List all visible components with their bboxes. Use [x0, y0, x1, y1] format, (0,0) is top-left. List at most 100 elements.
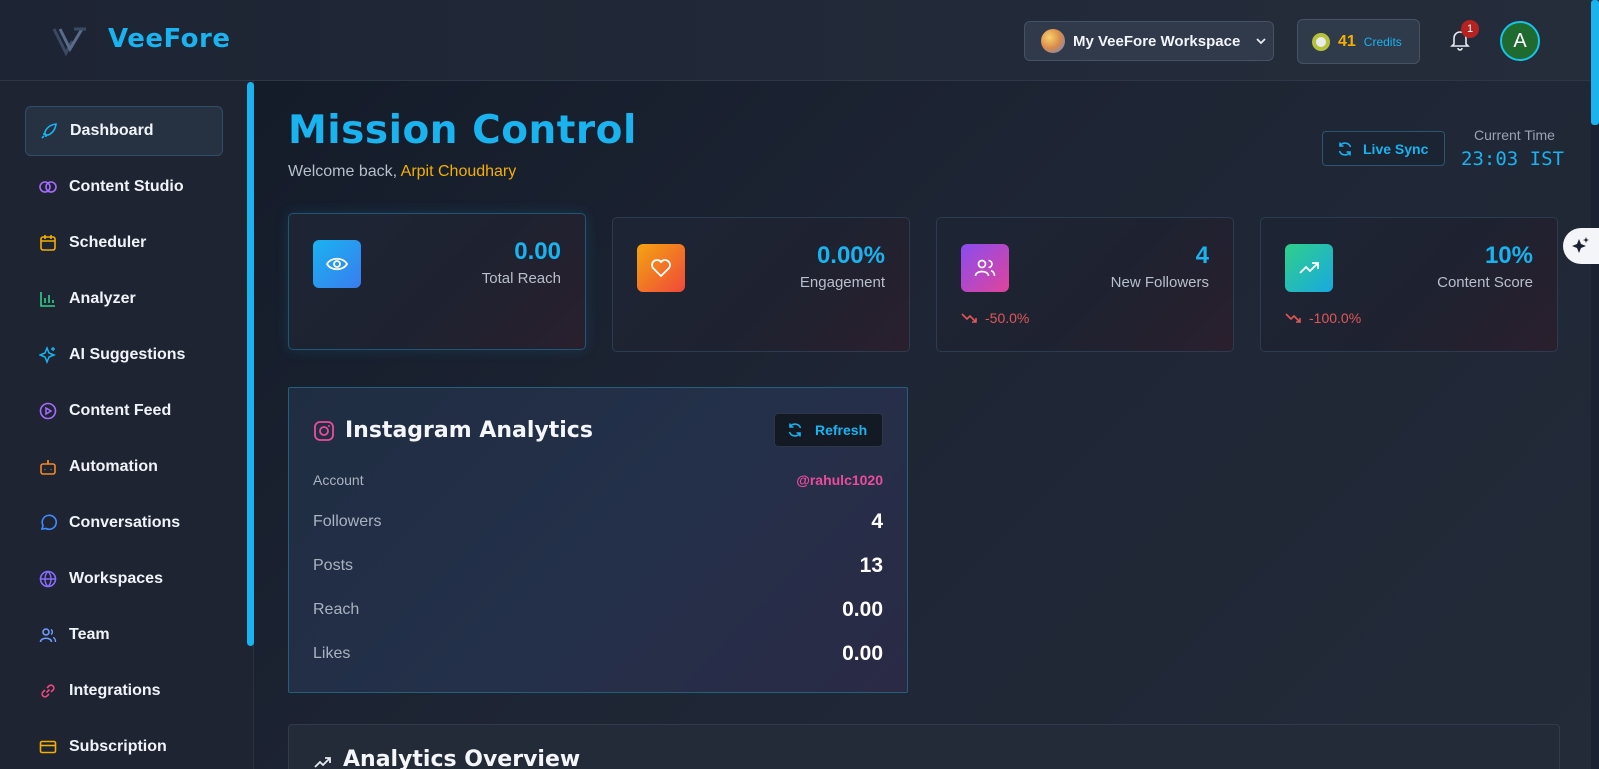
row-value: 0.00	[842, 642, 883, 665]
analytics-overview-card: Analytics Overview	[288, 724, 1560, 769]
instagram-account-row: Account @rahulc1020	[313, 472, 883, 488]
play-circle-icon	[39, 402, 57, 420]
current-time-value: 23:03 IST	[1461, 148, 1564, 170]
workspace-avatar	[1041, 29, 1065, 53]
stat-label: Engagement	[799, 274, 885, 291]
sidebar-item-label: Dashboard	[70, 122, 154, 139]
workspace-selector[interactable]: My VeeFore Workspace	[1024, 21, 1274, 61]
bar-chart-icon	[40, 292, 55, 307]
sidebar-item-label: Scheduler	[69, 234, 147, 251]
ai-assistant-button[interactable]	[1563, 228, 1599, 264]
top-header: VeeFore My VeeFore Workspace 41 Credits …	[0, 0, 1599, 81]
sidebar-item-conversations[interactable]: Conversations	[25, 498, 223, 548]
bot-icon	[40, 460, 56, 475]
users-icon	[974, 259, 996, 277]
sidebar-scrollbar[interactable]	[247, 82, 254, 646]
message-circle-icon	[40, 514, 57, 531]
workspace-label: My VeeFore Workspace	[1073, 32, 1241, 50]
stat-label: New Followers	[1110, 274, 1209, 291]
instagram-likes-row: Likes 0.00	[313, 642, 883, 666]
analytics-overview-title: Analytics Overview	[343, 747, 581, 769]
user-avatar[interactable]: A	[1500, 21, 1540, 61]
veefore-logo-icon[interactable]	[52, 26, 88, 56]
row-value: 0.00	[842, 598, 883, 621]
instagram-handle[interactable]: @rahulc1020	[796, 472, 883, 488]
refresh-button[interactable]: Refresh	[774, 413, 883, 447]
welcome-prefix: Welcome back,	[288, 163, 398, 180]
refresh-icon	[788, 423, 802, 437]
live-sync-button[interactable]: Live Sync	[1322, 131, 1445, 166]
brain-icon	[39, 181, 57, 193]
stat-label: Content Score	[1437, 274, 1533, 291]
stat-value: 0.00	[514, 238, 561, 265]
credits-badge[interactable]: 41 Credits	[1297, 19, 1420, 64]
sidebar-item-label: Automation	[69, 458, 158, 475]
sidebar-item-label: Analyzer	[69, 290, 136, 307]
sidebar-item-content-feed[interactable]: Content Feed	[25, 386, 223, 436]
stat-trend: -100.0%	[1285, 310, 1361, 326]
link-icon	[41, 684, 55, 698]
rocket-icon	[41, 123, 57, 139]
stat-icon-wrap	[637, 244, 685, 292]
sidebar-item-label: Conversations	[69, 514, 181, 531]
user-name: Arpit Choudhary	[400, 163, 517, 180]
row-label: Likes	[313, 645, 351, 662]
stat-trend-value: -100.0%	[1309, 310, 1362, 326]
calendar-icon	[40, 235, 56, 251]
stat-icon-wrap	[961, 244, 1009, 292]
refresh-label: Refresh	[815, 422, 868, 438]
instagram-icon	[314, 421, 334, 441]
sidebar-item-label: Integrations	[69, 682, 161, 699]
credits-coin-icon	[1312, 32, 1330, 51]
stat-value: 4	[1195, 242, 1209, 269]
instagram-reach-row: Reach 0.00	[313, 598, 883, 622]
instagram-analytics-title: Instagram Analytics	[345, 418, 593, 443]
sidebar-item-label: Subscription	[69, 738, 167, 755]
sidebar-item-scheduler[interactable]: Scheduler	[25, 218, 223, 268]
stat-icon-wrap	[1285, 244, 1333, 292]
sidebar-item-dashboard[interactable]: Dashboard	[25, 106, 223, 156]
row-label: Followers	[313, 513, 382, 530]
sidebar-item-workspaces[interactable]: Workspaces	[25, 554, 223, 604]
row-value: 13	[859, 554, 883, 577]
sidebar-item-analyzer[interactable]: Analyzer	[25, 274, 223, 324]
trending-up-icon	[1299, 262, 1319, 274]
sparkles-icon	[39, 346, 57, 364]
sidebar-item-label: Team	[69, 626, 110, 643]
heart-icon	[651, 259, 671, 278]
sidebar-item-label: Content Studio	[69, 178, 184, 195]
stat-trend: -50.0%	[961, 310, 1029, 326]
page-scrollbar[interactable]	[1591, 0, 1599, 125]
eye-icon	[325, 257, 349, 271]
notification-badge: 1	[1461, 20, 1479, 38]
sidebar-item-label: AI Suggestions	[69, 346, 186, 363]
sidebar-item-content-studio[interactable]: Content Studio	[25, 162, 223, 212]
refresh-icon	[1338, 141, 1352, 156]
sparkles-icon	[1572, 237, 1589, 253]
stat-card-engagement[interactable]: 0.00% Engagement	[612, 217, 910, 352]
sidebar-item-team[interactable]: Team	[25, 610, 223, 660]
credits-label: Credits	[1363, 34, 1402, 49]
sidebar-item-subscription[interactable]: Subscription	[25, 722, 223, 769]
live-sync-label: Live Sync	[1363, 140, 1429, 157]
sidebar-item-automation[interactable]: Automation	[25, 442, 223, 492]
sidebar-item-label: Content Feed	[69, 402, 172, 419]
credit-card-icon	[39, 740, 57, 754]
stat-card-new-followers[interactable]: 4 New Followers -50.0%	[936, 217, 1234, 352]
sidebar-item-ai-suggestions[interactable]: AI Suggestions	[25, 330, 223, 380]
app-name[interactable]: VeeFore	[108, 24, 231, 54]
trending-down-icon	[961, 313, 977, 323]
row-label: Reach	[313, 601, 360, 618]
chevron-down-icon	[1256, 38, 1266, 45]
stat-card-content-score[interactable]: 10% Content Score -100.0%	[1260, 217, 1558, 352]
credits-value: 41	[1338, 32, 1356, 50]
stat-card-total-reach[interactable]: 0.00 Total Reach	[288, 213, 586, 350]
trending-up-icon	[314, 757, 331, 768]
trending-down-icon	[1285, 313, 1301, 323]
sidebar-item-label: Workspaces	[69, 570, 163, 587]
row-label: Account	[313, 472, 364, 488]
sidebar-item-integrations[interactable]: Integrations	[25, 666, 223, 716]
page-title: Mission Control	[288, 108, 637, 153]
stat-value: 10%	[1484, 242, 1533, 269]
instagram-followers-row: Followers 4	[313, 510, 883, 534]
